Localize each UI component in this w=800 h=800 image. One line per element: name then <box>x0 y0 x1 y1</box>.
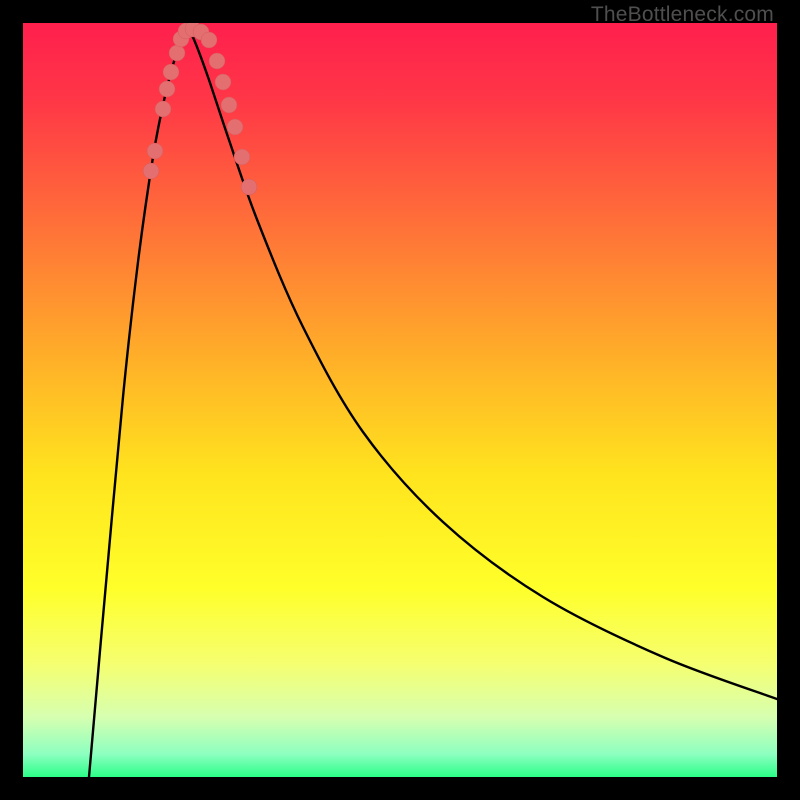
chart-curve-layer <box>23 23 777 777</box>
highlight-dot <box>159 81 175 97</box>
highlight-dot <box>221 97 237 113</box>
highlight-dot <box>201 32 217 48</box>
highlight-dot <box>147 143 163 159</box>
highlight-dot <box>169 45 185 61</box>
bottleneck-curve <box>89 29 777 777</box>
plot-area <box>23 23 777 777</box>
highlight-dot <box>234 149 250 165</box>
highlight-dot <box>163 64 179 80</box>
highlight-dot <box>241 179 257 195</box>
highlight-dot <box>227 119 243 135</box>
highlight-dot <box>155 101 171 117</box>
highlight-dot <box>209 53 225 69</box>
outer-frame: TheBottleneck.com <box>0 0 800 800</box>
watermark-text: TheBottleneck.com <box>591 3 774 27</box>
highlight-dot <box>143 163 159 179</box>
highlight-dot <box>215 74 231 90</box>
